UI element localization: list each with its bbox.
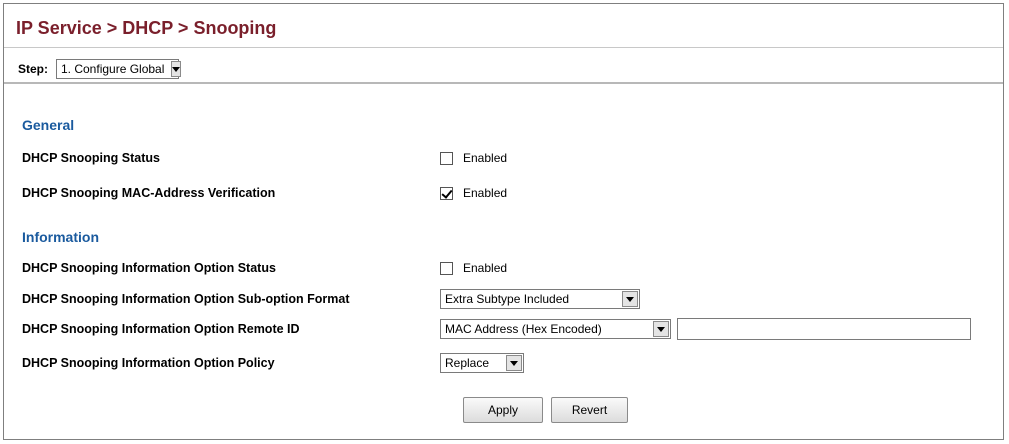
- suboption-format-row: DHCP Snooping Information Option Sub-opt…: [22, 287, 640, 311]
- remote-id-row: DHCP Snooping Information Option Remote …: [22, 317, 971, 341]
- status-row: DHCP Snooping Status Enabled: [22, 146, 507, 170]
- page-title: IP Service > DHCP > Snooping: [16, 18, 277, 38]
- status-checkbox-text: Enabled: [463, 151, 508, 165]
- information-heading: Information: [22, 229, 99, 245]
- step-label: Step:: [18, 62, 48, 76]
- policy-row: DHCP Snooping Information Option Policy …: [22, 351, 524, 375]
- remote-id-text-input[interactable]: [677, 318, 971, 340]
- step-bar: Step: 1. Configure Global: [4, 48, 1003, 84]
- option-status-checkbox-text: Enabled: [463, 261, 508, 275]
- step-select-value: 1. Configure Global: [61, 62, 165, 76]
- revert-button[interactable]: Revert: [551, 397, 628, 423]
- chevron-down-icon[interactable]: [506, 355, 522, 371]
- policy-label: DHCP Snooping Information Option Policy: [22, 356, 275, 370]
- status-label: DHCP Snooping Status: [22, 151, 160, 165]
- chevron-down-icon[interactable]: [653, 321, 669, 337]
- remote-id-label: DHCP Snooping Information Option Remote …: [22, 322, 300, 336]
- remote-id-value: MAC Address (Hex Encoded): [445, 322, 602, 336]
- general-heading: General: [22, 117, 75, 133]
- suboption-format-value: Extra Subtype Included: [445, 292, 570, 306]
- policy-select[interactable]: Replace: [440, 353, 524, 373]
- suboption-format-select[interactable]: Extra Subtype Included: [440, 289, 640, 309]
- chevron-down-icon[interactable]: [622, 291, 638, 307]
- title-bar: IP Service > DHCP > Snooping: [4, 4, 1003, 48]
- mac-verification-label: DHCP Snooping MAC-Address Verification: [22, 186, 276, 200]
- option-status-checkbox[interactable]: [440, 261, 453, 275]
- chevron-down-icon[interactable]: [171, 61, 182, 77]
- mac-verification-row: DHCP Snooping MAC-Address Verification E…: [22, 181, 507, 205]
- remote-id-select[interactable]: MAC Address (Hex Encoded): [440, 319, 671, 339]
- policy-value: Replace: [445, 356, 490, 370]
- apply-button[interactable]: Apply: [463, 397, 543, 423]
- suboption-format-label: DHCP Snooping Information Option Sub-opt…: [22, 292, 350, 306]
- mac-verification-checkbox[interactable]: [440, 186, 453, 200]
- status-checkbox[interactable]: [440, 151, 453, 165]
- step-select[interactable]: 1. Configure Global: [56, 59, 182, 79]
- option-status-label: DHCP Snooping Information Option Status: [22, 261, 276, 275]
- mac-verification-checkbox-text: Enabled: [463, 186, 508, 200]
- option-status-row: DHCP Snooping Information Option Status …: [22, 256, 507, 280]
